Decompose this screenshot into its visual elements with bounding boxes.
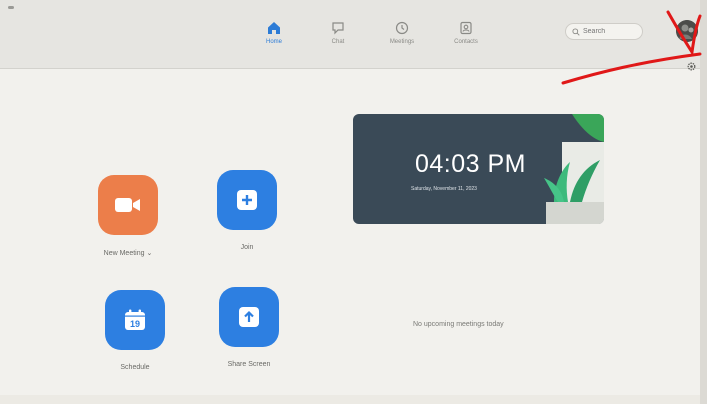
share-screen-label: Share Screen [227, 361, 271, 368]
screen-edge [700, 0, 707, 404]
plant-illustration-icon [544, 114, 604, 224]
schedule-label: Schedule [120, 364, 150, 371]
tab-chat-label: Chat [331, 39, 345, 45]
avatar[interactable] [676, 20, 698, 42]
join-label: Join [240, 244, 254, 251]
join-action: Join [192, 170, 302, 251]
tab-home-label: Home [265, 39, 282, 45]
join-button[interactable] [217, 170, 277, 230]
calendar-day: 19 [130, 319, 140, 329]
app-window: Home Chat Meetings Contacts Search New M… [0, 0, 700, 395]
settings-gear-icon[interactable] [686, 61, 697, 72]
plus-icon [237, 190, 257, 210]
share-up-arrow-icon [239, 307, 259, 327]
new-meeting-action: New Meeting ⌄ [73, 175, 183, 257]
tab-contacts-label: Contacts [454, 39, 478, 45]
share-screen-button[interactable] [219, 287, 279, 347]
search-box[interactable] [565, 23, 643, 40]
clock-date: Saturday, November 11, 2023 [411, 186, 477, 192]
calendar-icon: 19 [125, 309, 145, 330]
new-meeting-button[interactable] [98, 175, 158, 235]
tab-home[interactable]: Home [250, 20, 298, 45]
share-screen-action: Share Screen [194, 287, 304, 368]
clock-card: 04:03 PM Saturday, November 11, 2023 [353, 114, 604, 224]
search-icon [572, 27, 580, 36]
tab-contacts[interactable]: Contacts [442, 20, 490, 45]
clock-time: 04:03 PM [415, 150, 527, 178]
profile-picture-icon [676, 20, 698, 42]
schedule-button[interactable]: 19 [105, 290, 165, 350]
top-bar: Home Chat Meetings Contacts Search [0, 0, 700, 69]
clock-icon [395, 21, 409, 35]
contacts-icon [460, 21, 472, 35]
tab-meetings-label: Meetings [389, 39, 415, 45]
video-camera-icon [115, 198, 140, 212]
window-control[interactable] [8, 6, 14, 9]
chat-bubble-icon [332, 22, 344, 35]
tab-meetings[interactable]: Meetings [378, 20, 426, 45]
main-nav: Home Chat Meetings Contacts [250, 20, 490, 45]
home-icon [268, 22, 280, 34]
schedule-action: 19 Schedule [80, 290, 190, 371]
new-meeting-label: New Meeting ⌄ [103, 250, 153, 257]
tab-chat[interactable]: Chat [314, 20, 362, 45]
upcoming-empty-message: No upcoming meetings today [413, 321, 504, 328]
search-input[interactable] [580, 28, 639, 35]
